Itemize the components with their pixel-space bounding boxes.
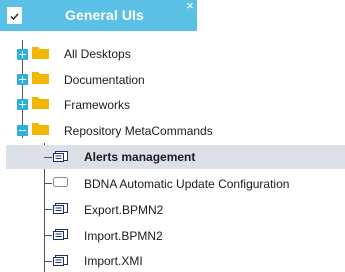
close-icon[interactable]: × xyxy=(184,0,196,12)
tree-connector xyxy=(44,183,52,184)
document-check-icon xyxy=(7,7,22,24)
folder-icon xyxy=(32,72,49,84)
panel-header: General UIs × xyxy=(0,0,197,31)
tree-node-label[interactable]: All Desktops xyxy=(64,47,131,61)
expand-plus-icon[interactable] xyxy=(17,99,28,110)
expand-plus-icon[interactable] xyxy=(17,49,28,60)
collapse-minus-icon[interactable] xyxy=(17,125,28,136)
tree-node-label[interactable]: Export.BPMN2 xyxy=(84,203,163,217)
metacommand-icon xyxy=(53,255,68,266)
tree-node-label[interactable]: Repository MetaCommands xyxy=(64,124,213,138)
tree-node-label[interactable]: Import.XMI xyxy=(84,254,143,268)
tree-node-label[interactable]: Frameworks xyxy=(64,98,130,112)
tree-node-label[interactable]: Documentation xyxy=(64,73,145,87)
folder-icon xyxy=(32,47,49,59)
folder-icon xyxy=(32,97,49,109)
tree-connector xyxy=(44,209,52,210)
blank-command-icon xyxy=(53,177,68,187)
expand-plus-icon[interactable] xyxy=(17,74,28,85)
tree-connector xyxy=(44,235,52,236)
tree-node-label[interactable]: BDNA Automatic Update Configuration xyxy=(84,177,289,191)
metacommand-icon xyxy=(53,151,68,162)
tree-node-label[interactable]: Import.BPMN2 xyxy=(84,229,163,243)
panel-title: General UIs xyxy=(65,7,144,23)
tree-node-label[interactable]: Alerts management xyxy=(84,150,195,164)
metacommand-icon xyxy=(53,203,68,214)
tree-connector xyxy=(44,261,52,262)
metacommand-icon xyxy=(53,229,68,240)
folder-icon xyxy=(32,123,49,135)
tree-connector xyxy=(44,157,52,158)
